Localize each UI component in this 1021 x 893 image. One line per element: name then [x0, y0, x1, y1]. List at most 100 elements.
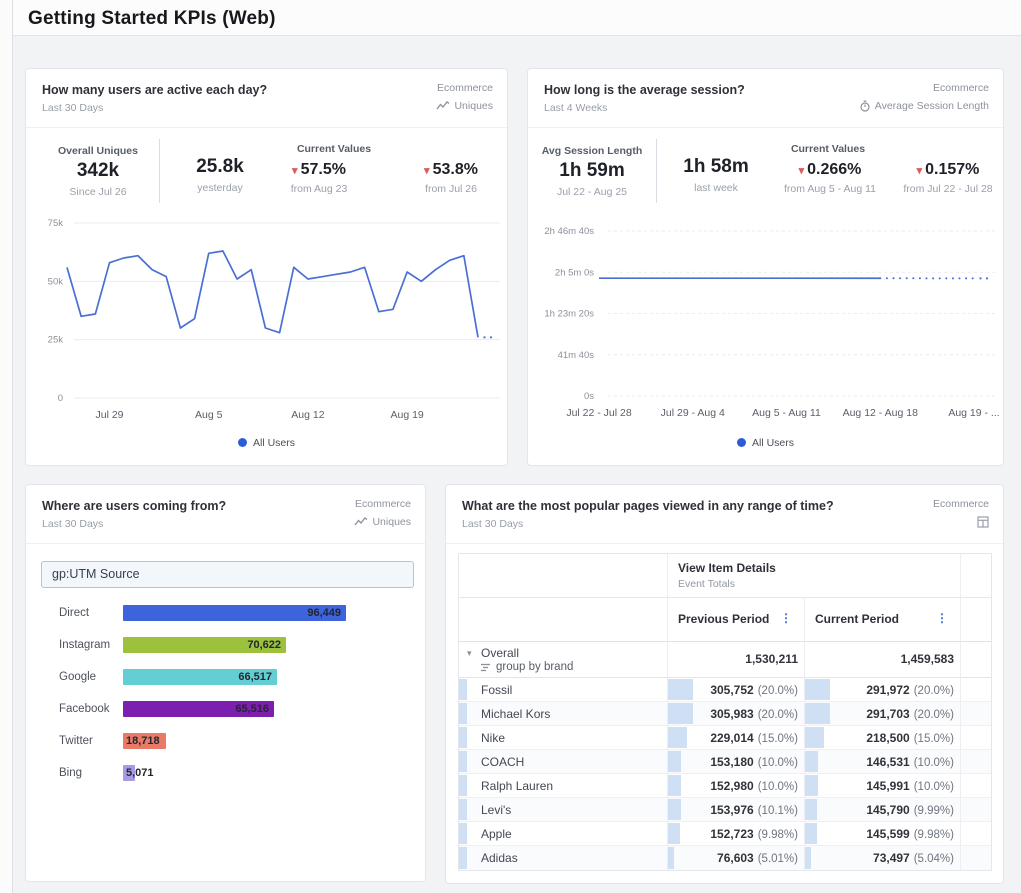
card-popular-pages: What are the most popular pages viewed i… [445, 484, 1004, 884]
row-label: Levi's [481, 798, 511, 822]
session-line-chart: 0s41m 40s1h 23m 20s2h 5m 0s2h 46m 40sJul… [528, 209, 1003, 435]
bar-value-label: 18,718 [126, 733, 160, 749]
metric-label[interactable]: Average Session Length [859, 100, 989, 112]
source-label[interactable]: Ecommerce [436, 82, 493, 94]
card-date-range: Last 30 Days [462, 518, 989, 530]
table-row[interactable]: Fossil305,752(20.0%)291,972(20.0%) [459, 678, 991, 702]
source-label[interactable]: Ecommerce [933, 498, 989, 510]
column-header-label: Current Period [815, 612, 899, 626]
legend-dot [737, 438, 746, 447]
current-period-value: 145,790(9.99%) [866, 798, 954, 823]
current-period-value: 218,500(15.0%) [866, 726, 954, 751]
stats-strip: Avg Session Length 1h 59m Jul 22 - Aug 2… [528, 135, 1003, 211]
source-label[interactable]: Ecommerce [354, 498, 411, 510]
svg-text:Aug 5 - Aug 11: Aug 5 - Aug 11 [752, 407, 821, 419]
metric-label[interactable]: Uniques [436, 100, 493, 112]
stats-strip: Overall Uniques 342k Since Jul 26 25.8k … [26, 135, 507, 211]
table-row[interactable]: Ralph Lauren152,980(10.0%)145,991(10.0%) [459, 774, 991, 798]
cell-minibar [805, 799, 817, 820]
card-header: How many users are active each day? Last… [26, 69, 507, 128]
current-period-value: 145,991(10.0%) [866, 774, 954, 799]
previous-period-value: 305,752(20.0%) [710, 678, 798, 703]
svg-text:2h 5m 0s: 2h 5m 0s [555, 267, 594, 278]
svg-text:41m 40s: 41m 40s [558, 350, 595, 361]
table-row[interactable]: Apple152,723(9.98%)145,599(9.98%) [459, 822, 991, 846]
group-by-row[interactable]: group by brand [481, 661, 573, 673]
event-name-header: View Item Details [668, 554, 960, 575]
row-color-indicator [459, 775, 467, 796]
svg-text:Aug 19 - ...: Aug 19 - ... [948, 407, 999, 419]
svg-text:0: 0 [58, 393, 63, 404]
source-label[interactable]: Ecommerce [859, 82, 989, 94]
card-header: Where are users coming from? Last 30 Day… [26, 485, 425, 544]
column-menu-kebab-icon[interactable]: ⋮ [780, 611, 792, 625]
stat-overall: Overall Uniques 342k Since Jul 26 [38, 145, 158, 198]
svg-text:0s: 0s [584, 391, 594, 402]
card-header: How long is the average session? Last 4 … [528, 69, 1003, 128]
bar-category-label: Direct [59, 597, 89, 629]
down-arrow-icon: ▾ [424, 165, 430, 177]
bar-value-label: 96,449 [123, 605, 341, 621]
svg-text:Jul 29: Jul 29 [96, 409, 124, 421]
column-menu-kebab-icon[interactable]: ⋮ [936, 611, 948, 625]
stat-delta-2: ▾0.157% from Jul 22 - Jul 28 [883, 161, 1013, 195]
row-color-indicator [459, 823, 467, 844]
row-label: Adidas [481, 846, 518, 870]
left-rail [0, 0, 13, 893]
current-period-value: 73,497(5.04%) [873, 846, 954, 871]
stat-delta-2: ▾53.8% from Jul 26 [391, 161, 511, 195]
cell-minibar [668, 679, 693, 700]
cell-minibar [805, 703, 830, 724]
cell-minibar [805, 679, 830, 700]
table-icon [977, 516, 989, 528]
table-row[interactable]: Nike229,014(15.0%)218,500(15.0%) [459, 726, 991, 750]
stat-delta-1: ▾57.5% from Aug 23 [259, 161, 379, 195]
table-overall-row[interactable]: ▾Overallgroup by brand1,530,2111,459,583 [459, 642, 991, 678]
card-header: What are the most popular pages viewed i… [446, 485, 1003, 544]
cell-minibar [668, 727, 687, 748]
chevron-down-icon[interactable]: ▾ [467, 648, 472, 659]
bar-row-twitter: Twitter18,718 [26, 725, 425, 757]
previous-period-value: 305,983(20.0%) [710, 702, 798, 727]
previous-period-value: 152,980(10.0%) [710, 774, 798, 799]
event-totals-subheader: Event Totals [668, 575, 960, 590]
stat-delta-1: ▾0.266% from Aug 5 - Aug 11 [765, 161, 895, 195]
legend-all-users[interactable]: All Users [528, 437, 1003, 449]
table-row[interactable]: Levi's 153,976(10.1%) 145,790(9.99%) [459, 798, 991, 822]
svg-text:1h 23m 20s: 1h 23m 20s [544, 309, 594, 320]
bar-category-label: Instagram [59, 629, 110, 661]
overall-current-value: 1,459,583 [901, 642, 954, 676]
bar-category-label: Bing [59, 757, 82, 789]
card-title: How many users are active each day? [42, 83, 493, 97]
cell-minibar [805, 751, 818, 772]
bar-row-facebook: Facebook65,516 [26, 693, 425, 725]
svg-text:Aug 19: Aug 19 [390, 409, 423, 421]
table-row[interactable]: Adidas76,603(5.01%)73,497(5.04%) [459, 846, 991, 870]
row-color-indicator [459, 751, 467, 772]
previous-period-value: 153,976(10.1%) [710, 798, 798, 823]
current-values-label: Current Values [264, 143, 404, 155]
metric-label[interactable] [933, 516, 989, 528]
svg-text:Jul 22 - Jul 28: Jul 22 - Jul 28 [566, 407, 632, 419]
down-arrow-icon: ▾ [917, 165, 923, 177]
current-period-value: 291,703(20.0%) [866, 702, 954, 727]
svg-text:Aug 12: Aug 12 [291, 409, 324, 421]
metric-label[interactable]: Uniques [354, 516, 411, 528]
table-row[interactable]: Michael Kors305,983(20.0%)291,703(20.0%) [459, 702, 991, 726]
utm-source-select[interactable]: gp:UTM Source [41, 561, 414, 588]
cell-minibar [805, 727, 824, 748]
line-chart-icon [354, 517, 368, 527]
cell-minibar [668, 751, 681, 772]
svg-text:75k: 75k [48, 218, 64, 229]
dashboard-page: Getting Started KPIs (Web) How many user… [0, 0, 1021, 893]
bar-value-label: 66,517 [123, 669, 272, 685]
svg-text:Aug 5: Aug 5 [195, 409, 223, 421]
table-row[interactable]: COACH153,180(10.0%)146,531(10.0%) [459, 750, 991, 774]
down-arrow-icon: ▾ [292, 165, 298, 177]
cell-minibar [805, 823, 817, 844]
bar-row-google: Google66,517 [26, 661, 425, 693]
legend-all-users[interactable]: All Users [26, 437, 507, 449]
current-period-value: 291,972(20.0%) [866, 678, 954, 703]
row-label: Apple [481, 822, 512, 846]
card-title: What are the most popular pages viewed i… [462, 499, 989, 513]
